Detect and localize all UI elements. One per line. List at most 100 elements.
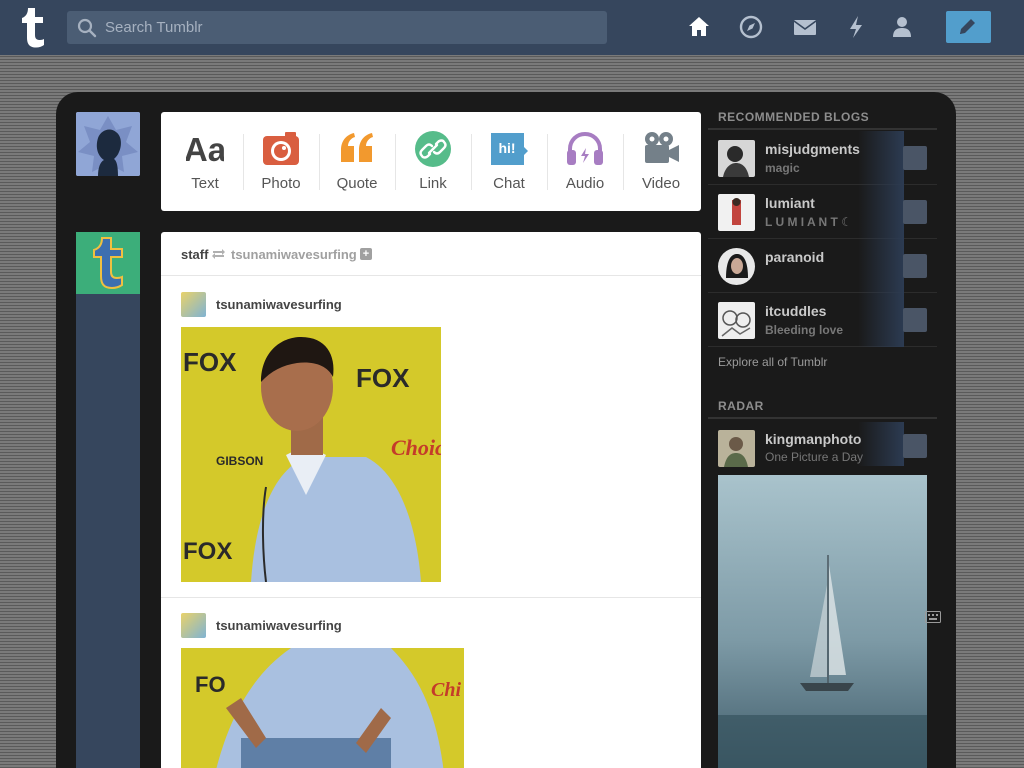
svg-text:Choic: Choic [391, 435, 441, 460]
tumblr-logo-icon[interactable] [16, 6, 50, 48]
radar-photo[interactable] [718, 475, 927, 768]
top-navigation-bar [0, 0, 1024, 55]
home-icon[interactable] [686, 14, 712, 40]
sailboat-photo-image [718, 475, 927, 768]
post-type-selector: Aa Text Photo Quote Link hi! Chat Audio … [161, 112, 701, 211]
staff-avatar[interactable] [76, 232, 140, 294]
default-avatar-icon [76, 112, 140, 176]
follow-plus-button[interactable]: + [360, 248, 372, 260]
post-photo[interactable]: FO Chi [181, 648, 464, 768]
blog-title: Bleeding love [765, 323, 844, 337]
row-fade [858, 131, 904, 185]
post-type-photo[interactable]: Photo [243, 112, 319, 211]
camera-icon [263, 132, 299, 165]
post-type-audio[interactable]: Audio [547, 112, 623, 211]
post-type-video[interactable]: Video [623, 112, 699, 211]
source-blog-name[interactable]: tsunamiwavesurfing [231, 247, 357, 262]
recommended-blogs-title: RECOMMENDED BLOGS [718, 110, 870, 124]
blog-name[interactable]: itcuddles [765, 303, 826, 319]
row-fade [858, 239, 904, 293]
recommended-blog-row[interactable]: paranoid [708, 239, 937, 293]
trail-blog-name[interactable]: tsunamiwavesurfing [216, 618, 342, 633]
reblog-icon [212, 249, 225, 259]
inbox-icon[interactable] [792, 14, 818, 40]
row-fade [858, 422, 904, 466]
text-post-icon: Aa [186, 131, 224, 168]
pencil-icon [960, 19, 975, 34]
blog-avatar [718, 194, 755, 231]
divider [708, 417, 937, 419]
svg-text:FO: FO [195, 672, 226, 697]
blog-avatar [718, 430, 755, 467]
headphones-icon [567, 131, 603, 165]
radar-blog-row[interactable]: kingmanphoto One Picture a Day [708, 422, 937, 476]
follow-button[interactable] [903, 146, 927, 170]
divider [708, 128, 937, 130]
post-type-label: Link [419, 175, 447, 192]
blog-name[interactable]: paranoid [765, 249, 824, 265]
blog-title: L U M I A N T ☾ [765, 215, 852, 229]
explore-link[interactable]: Explore all of Tumblr [718, 355, 827, 369]
post-type-quote[interactable]: Quote [319, 112, 395, 211]
svg-text:Chi: Chi [431, 679, 461, 701]
svg-text:hi!: hi! [498, 140, 515, 156]
blog-name[interactable]: misjudgments [765, 141, 860, 157]
compose-button[interactable] [946, 11, 991, 43]
staff-tumblr-logo-icon [76, 232, 140, 294]
trail-avatar[interactable] [181, 292, 206, 317]
recommended-blog-row[interactable]: lumiant L U M I A N T ☾ [708, 185, 937, 239]
radar-title: RADAR [718, 399, 764, 413]
trail-avatar[interactable] [181, 613, 206, 638]
recommended-blog-row[interactable]: misjudgments magic [708, 131, 937, 185]
account-icon[interactable] [889, 14, 915, 40]
keyboard-shortcuts-icon[interactable] [925, 611, 941, 623]
post-type-text[interactable]: Aa Text [167, 112, 243, 211]
post-photo[interactable]: FOX FOX FOX Choic GIBSON [181, 327, 441, 582]
blog-name[interactable]: lumiant [765, 195, 815, 211]
trail-blog-name[interactable]: tsunamiwavesurfing [216, 297, 342, 312]
follow-button[interactable] [903, 254, 927, 278]
activity-icon[interactable] [843, 14, 869, 40]
svg-text:Aa: Aa [186, 131, 224, 168]
photo-image: FO Chi [181, 648, 464, 768]
svg-text:GIBSON: GIBSON [216, 454, 263, 468]
blog-avatar [718, 140, 755, 177]
explore-icon[interactable] [738, 14, 764, 40]
blog-title: magic [765, 161, 800, 175]
post-divider [161, 597, 701, 598]
row-fade [858, 185, 904, 239]
row-fade [858, 293, 904, 347]
post-type-label: Text [191, 175, 219, 192]
search-bar [67, 11, 607, 44]
post-type-label: Video [641, 175, 681, 192]
post-type-label: Quote [336, 175, 378, 192]
search-input[interactable] [105, 11, 585, 44]
post-type-label: Audio [565, 175, 605, 192]
follow-button[interactable] [903, 308, 927, 332]
blog-title: One Picture a Day [765, 450, 864, 464]
blog-name[interactable]: kingmanphoto [765, 431, 861, 447]
post-type-label: Chat [493, 175, 525, 192]
blog-avatar [718, 248, 755, 285]
chat-bubble-icon: hi! [491, 133, 528, 165]
svg-text:FOX: FOX [356, 363, 410, 393]
reblogger-name[interactable]: staff [181, 247, 208, 262]
svg-text:FOX: FOX [183, 538, 232, 565]
svg-text:FOX: FOX [183, 347, 237, 377]
follow-button[interactable] [903, 200, 927, 224]
follow-button[interactable] [903, 434, 927, 458]
recommended-blog-row[interactable]: itcuddles Bleeding love [708, 293, 937, 347]
post-header: staff tsunamiwavesurfing + [161, 232, 701, 276]
user-avatar[interactable] [76, 112, 140, 176]
search-icon [77, 18, 97, 38]
link-icon [415, 131, 451, 167]
post-type-label: Photo [261, 175, 301, 192]
photo-image: FOX FOX FOX Choic GIBSON [181, 327, 441, 582]
post-type-link[interactable]: Link [395, 112, 471, 211]
left-rail [76, 232, 140, 768]
quote-icon [341, 133, 373, 162]
dashboard-post: staff tsunamiwavesurfing + tsunamiwavesu… [161, 232, 701, 768]
post-type-chat[interactable]: hi! Chat [471, 112, 547, 211]
blog-avatar [718, 302, 755, 339]
video-camera-icon [645, 132, 679, 163]
